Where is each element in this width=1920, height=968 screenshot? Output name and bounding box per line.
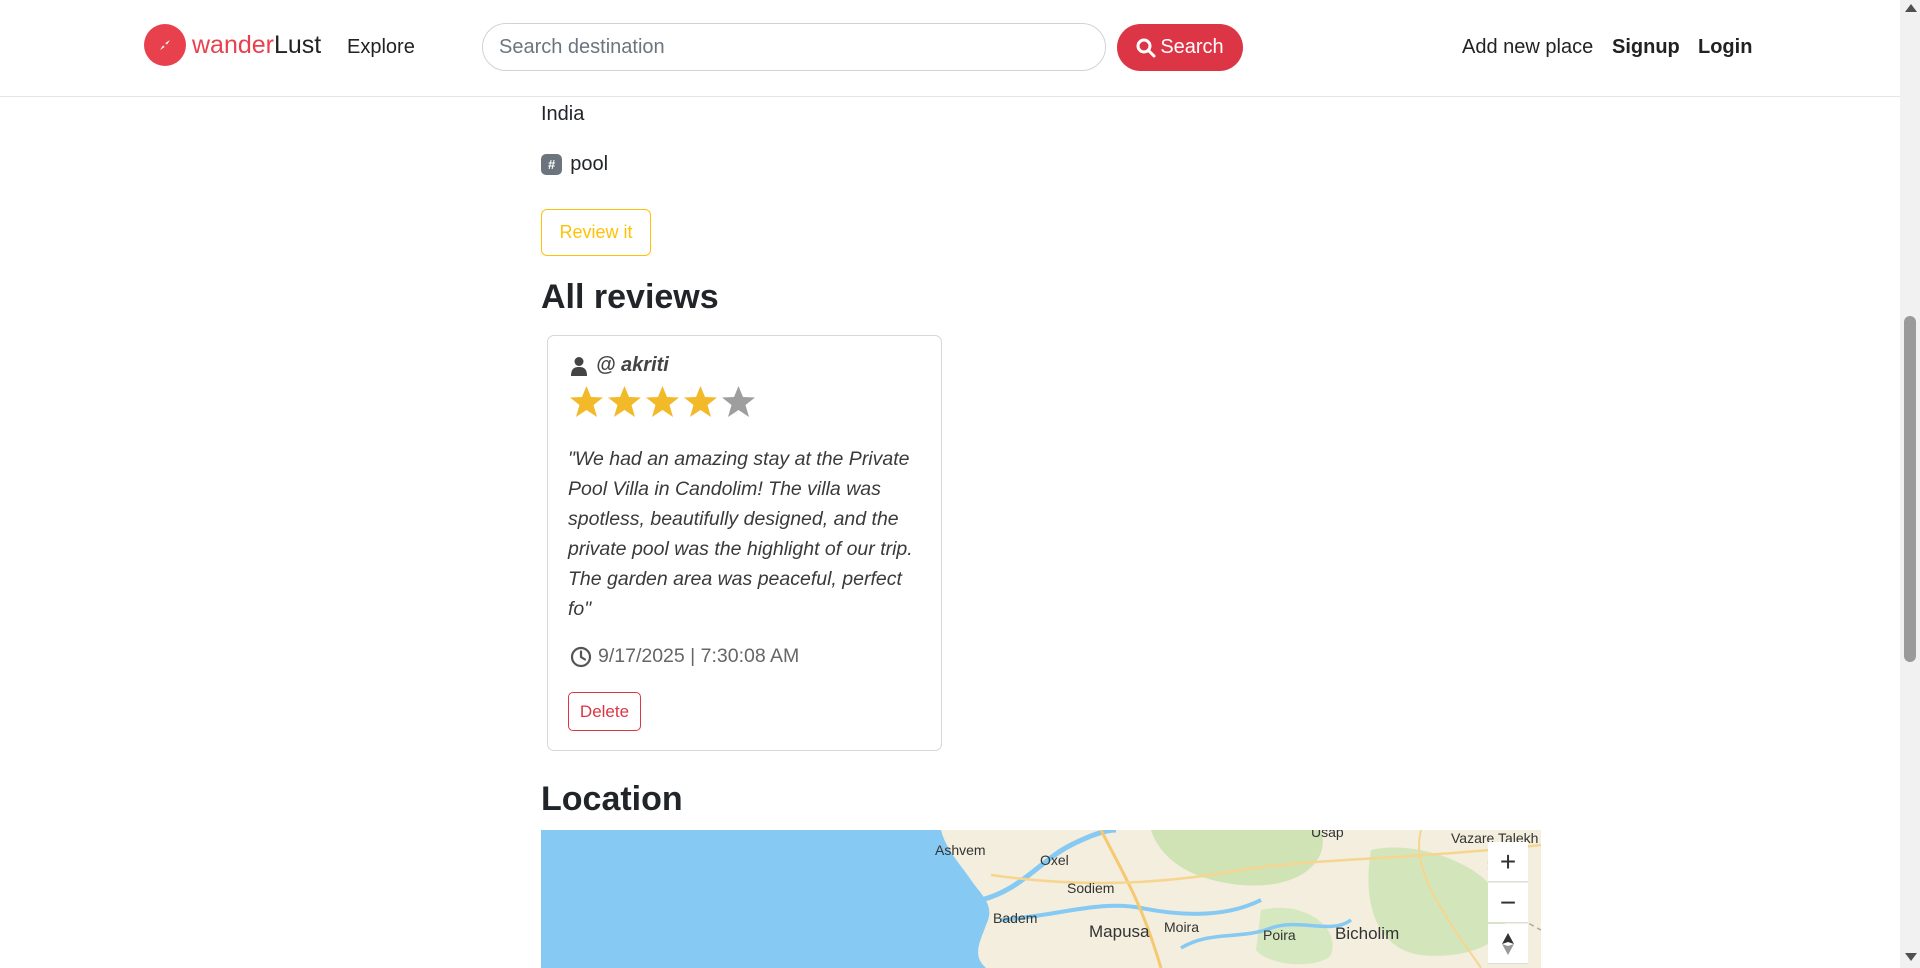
map-zoom-out-button[interactable]: − xyxy=(1488,883,1528,923)
review-timestamp: 9/17/2025 | 7:30:08 AM xyxy=(570,645,799,668)
map-label-moira: Moira xyxy=(1164,919,1200,935)
page-scrollbar[interactable] xyxy=(1900,0,1920,968)
tag-label: pool xyxy=(570,153,609,175)
star-filled-icon xyxy=(608,386,641,417)
review-timestamp-text: 9/17/2025 | 7:30:08 AM xyxy=(598,645,800,667)
review-card: @ akriti "We had an amazing stay at the … xyxy=(547,335,942,751)
map-label-usap: Usap xyxy=(1311,830,1344,840)
user-icon xyxy=(571,356,587,376)
scroll-up-arrow-icon[interactable] xyxy=(1905,4,1917,12)
map-compass-button[interactable] xyxy=(1488,924,1528,964)
review-text: "We had an amazing stay at the Private P… xyxy=(568,448,913,620)
map-tiles xyxy=(541,830,1541,968)
star-empty-icon xyxy=(722,386,755,417)
map-zoom-in-button[interactable]: + xyxy=(1488,842,1528,882)
reviews-heading: All reviews xyxy=(541,278,719,316)
scroll-thumb[interactable] xyxy=(1904,316,1916,662)
clock-icon xyxy=(570,646,592,667)
review-it-button[interactable]: Review it xyxy=(541,209,651,256)
delete-review-button[interactable]: Delete xyxy=(568,692,641,731)
map-label-badem: Badem xyxy=(993,910,1038,926)
nav-login-link[interactable]: Login xyxy=(1698,36,1752,59)
map-label-poira: Poira xyxy=(1263,927,1296,943)
review-author-name: @ akriti xyxy=(596,354,669,376)
search-button-label: Search xyxy=(1160,36,1224,58)
listing-country: India xyxy=(541,103,585,125)
brand-name: wanderLust xyxy=(192,30,322,59)
search-input[interactable] xyxy=(482,23,1106,71)
compass-icon xyxy=(144,24,186,66)
brand-link[interactable]: wanderLust xyxy=(144,24,321,66)
review-author: @ akriti xyxy=(570,354,669,377)
map-label-bicholim: Bicholim xyxy=(1335,924,1400,943)
star-rating xyxy=(568,384,757,421)
star-filled-icon xyxy=(646,386,679,417)
star-filled-icon xyxy=(570,386,603,417)
hashtag-badge: # xyxy=(541,154,563,175)
scroll-down-arrow-icon[interactable] xyxy=(1905,953,1917,961)
map-label-sodiem: Sodiem xyxy=(1067,880,1115,896)
search-button[interactable]: Search xyxy=(1117,24,1243,71)
search-icon xyxy=(1136,38,1156,57)
map-label-mapusa: Mapusa xyxy=(1089,922,1150,941)
map-label-ashvem: Ashvem xyxy=(935,842,986,858)
nav-explore-link[interactable]: Explore xyxy=(347,36,415,59)
compass-arrow-icon xyxy=(1502,932,1514,955)
nav-signup-link[interactable]: Signup xyxy=(1612,36,1680,59)
listing-tag: # pool xyxy=(541,153,608,176)
map-label-oxel: Oxel xyxy=(1040,852,1069,868)
navbar: wanderLust Explore Search Add new place … xyxy=(0,0,1900,97)
location-heading: Location xyxy=(541,780,683,818)
location-map[interactable]: Ashvem Oxel Sodiem Badem Mapusa Moira Po… xyxy=(541,830,1541,968)
star-filled-icon xyxy=(684,386,717,417)
nav-add-place-link[interactable]: Add new place xyxy=(1462,36,1593,59)
